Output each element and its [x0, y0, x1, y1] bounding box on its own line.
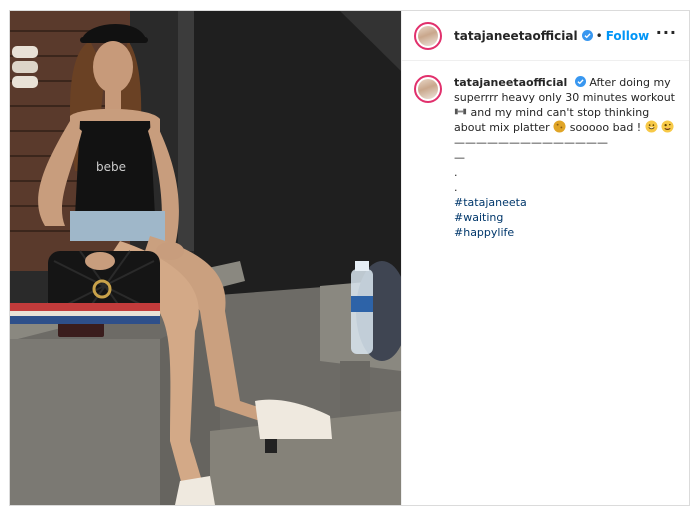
caption-dot-2: . [454, 181, 458, 194]
avatar-image [418, 25, 438, 46]
caption-username[interactable]: tatajaneetaofficial [454, 76, 567, 89]
caption-comment: tatajaneetaofficial After doing my super… [402, 61, 689, 240]
caption-divider-2: — [454, 151, 465, 164]
svg-text:bebe: bebe [96, 160, 126, 174]
hashtag-waiting[interactable]: #waiting [454, 210, 676, 225]
caption-divider-1: —————————————— [454, 136, 608, 149]
verified-badge-icon [574, 76, 586, 87]
more-options-icon[interactable]: ··· [656, 23, 677, 43]
post-header: tatajaneetaofficial • Follow ··· [402, 11, 689, 61]
post-sidebar: tatajaneetaofficial • Follow ··· tatajan… [401, 11, 689, 505]
header-username[interactable]: tatajaneetaofficial [454, 29, 578, 43]
dumbbell-emoji [454, 108, 467, 115]
caption-text: tatajaneetaofficial After doing my super… [454, 75, 676, 240]
caption-dot-1: . [454, 166, 458, 179]
hashtag-tatajaneeta[interactable]: #tatajaneeta [454, 195, 676, 210]
verified-badge-icon [581, 30, 593, 41]
zany-emoji [661, 120, 674, 133]
cookie-emoji [553, 120, 566, 133]
follow-button[interactable]: Follow [606, 29, 650, 43]
caption-avatar-image [418, 79, 438, 99]
hashtag-happylife[interactable]: #happylife [454, 225, 676, 240]
header-separator: • [595, 28, 603, 43]
avatar[interactable] [414, 21, 442, 50]
caption-avatar[interactable] [414, 75, 442, 103]
instagram-post: bebe tatajaneetaofficial • Follow ··· ta… [9, 10, 690, 506]
caption-text-3: sooooo bad ! [569, 121, 642, 134]
grinning-emoji [645, 120, 658, 133]
post-photo-illustration: bebe [10, 11, 401, 505]
post-photo[interactable]: bebe [10, 11, 401, 505]
